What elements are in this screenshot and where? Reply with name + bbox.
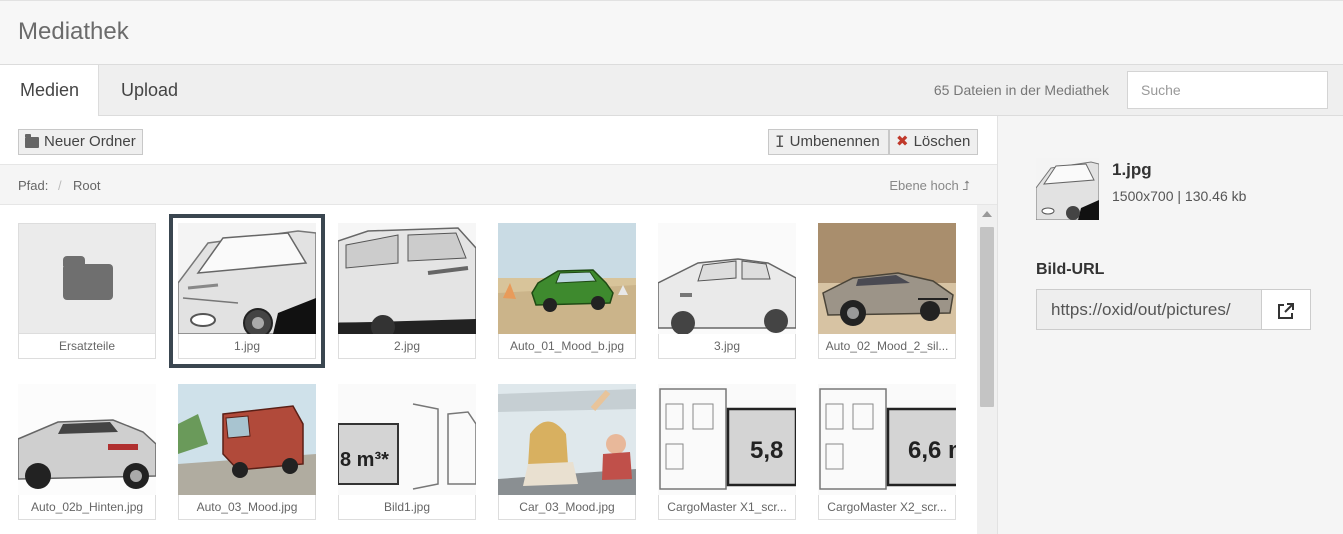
image-thumbnail <box>178 223 316 334</box>
media-browser: Neuer Ordner I Umbenennen ✖ Löschen Pfad… <box>0 116 997 534</box>
selected-file-name: 1.jpg <box>1112 160 1152 179</box>
text-cursor-icon: I <box>775 132 785 151</box>
external-link-icon <box>1278 303 1294 319</box>
tab-medien[interactable]: Medien <box>0 65 99 117</box>
tab-bar: Medien Upload 65 Dateien in der Mediathe… <box>0 65 1343 117</box>
media-tile-auto-03-mood[interactable]: Auto_03_Mood.jpg <box>178 384 316 520</box>
rename-button[interactable]: I Umbenennen <box>768 129 889 155</box>
path-root-link[interactable]: Root <box>73 178 100 193</box>
delete-button[interactable]: ✖ Löschen <box>889 129 978 155</box>
folder-icon <box>63 256 113 300</box>
tile-caption: Bild1.jpg <box>338 495 476 520</box>
tile-caption: 3.jpg <box>658 334 796 359</box>
tile-caption: Ersatzteile <box>18 334 156 359</box>
new-folder-button[interactable]: Neuer Ordner <box>18 129 143 155</box>
tile-caption: Auto_01_Mood_b.jpg <box>498 334 636 359</box>
cargo-volume-label: 5,8 <box>750 437 783 464</box>
page-title: Mediathek <box>18 18 129 45</box>
scroll-up-arrow-icon[interactable] <box>982 211 992 217</box>
folder-tile-ersatzteile[interactable]: Ersatzteile <box>18 223 156 359</box>
tile-caption: 2.jpg <box>338 334 476 359</box>
tile-caption: Car_03_Mood.jpg <box>498 495 636 520</box>
image-thumbnail: 8 m³* <box>338 384 476 495</box>
media-tile-cargomaster-x1[interactable]: 5,8 CargoMaster X1_scr... <box>658 384 796 520</box>
delete-label: Löschen <box>913 133 971 150</box>
media-tile-1-jpg[interactable]: 1.jpg <box>169 214 325 368</box>
image-thumbnail <box>498 384 636 495</box>
image-url-label: Bild-URL <box>1036 261 1105 278</box>
selected-file-meta: 1500x700 | 130.46 kb <box>1112 188 1247 204</box>
media-tile-cargomaster-x2[interactable]: 6,6 m CargoMaster X2_scr... <box>818 384 956 520</box>
tile-caption: CargoMaster X1_scr... <box>658 495 796 520</box>
rename-label: Umbenennen <box>789 133 880 150</box>
scrollbar-thumb[interactable] <box>980 227 994 407</box>
folder-icon <box>25 133 39 148</box>
folder-thumbnail <box>18 223 156 334</box>
media-library-app: Mediathek Medien Upload 65 Dateien in de… <box>0 0 1343 534</box>
image-thumbnail: 5,8 <box>658 384 796 495</box>
media-tile-auto-02b-hinten[interactable]: Auto_02b_Hinten.jpg <box>18 384 156 520</box>
delete-x-icon: ✖ <box>896 133 909 150</box>
breadcrumb: Pfad: / Root Ebene hoch ⮥ <box>0 164 997 205</box>
title-bar: Mediathek <box>0 0 1343 65</box>
grid-scrollbar[interactable] <box>977 205 997 534</box>
tile-caption: Auto_02_Mood_2_sil... <box>818 334 956 359</box>
selected-image-thumbnail <box>1036 158 1099 220</box>
tile-caption: Auto_03_Mood.jpg <box>178 495 316 520</box>
details-panel: 1.jpg 1500x700 | 130.46 kb Bild-URL <box>997 116 1343 534</box>
image-thumbnail <box>818 223 956 334</box>
tile-caption: CargoMaster X2_scr... <box>818 495 956 520</box>
volume-label: 8 m³* <box>340 449 389 471</box>
cargo-volume-label: 6,6 m <box>908 437 956 464</box>
level-up-link[interactable]: Ebene hoch ⮥ <box>889 178 970 194</box>
media-grid: Ersatzteile 1.jpg 2.jpg Auto_01_Mood_b.j… <box>0 205 977 534</box>
path-label: Pfad: <box>18 178 49 193</box>
tab-upload[interactable]: Upload <box>101 65 198 116</box>
image-thumbnail <box>338 223 476 334</box>
tile-caption: Auto_02b_Hinten.jpg <box>18 495 156 520</box>
media-tile-auto-01-mood[interactable]: Auto_01_Mood_b.jpg <box>498 223 636 359</box>
image-thumbnail <box>178 384 316 495</box>
file-count: 65 Dateien in der Mediathek <box>933 82 1109 98</box>
image-url-field[interactable] <box>1036 289 1262 330</box>
toolbar: Neuer Ordner I Umbenennen ✖ Löschen <box>0 116 997 164</box>
tile-caption: 1.jpg <box>178 334 316 359</box>
media-tile-3-jpg[interactable]: 3.jpg <box>658 223 796 359</box>
search-input[interactable] <box>1127 71 1328 109</box>
open-url-button[interactable] <box>1261 289 1311 330</box>
image-thumbnail <box>658 223 796 334</box>
media-tile-car-03-mood[interactable]: Car_03_Mood.jpg <box>498 384 636 520</box>
image-thumbnail <box>18 384 156 495</box>
image-thumbnail <box>498 223 636 334</box>
media-tile-2-jpg[interactable]: 2.jpg <box>338 223 476 359</box>
image-thumbnail: 6,6 m <box>818 384 956 495</box>
media-tile-auto-02-mood[interactable]: Auto_02_Mood_2_sil... <box>818 223 956 359</box>
media-tile-bild1[interactable]: 8 m³* Bild1.jpg <box>338 384 476 520</box>
path-separator: / <box>58 178 62 193</box>
new-folder-label: Neuer Ordner <box>44 133 136 150</box>
